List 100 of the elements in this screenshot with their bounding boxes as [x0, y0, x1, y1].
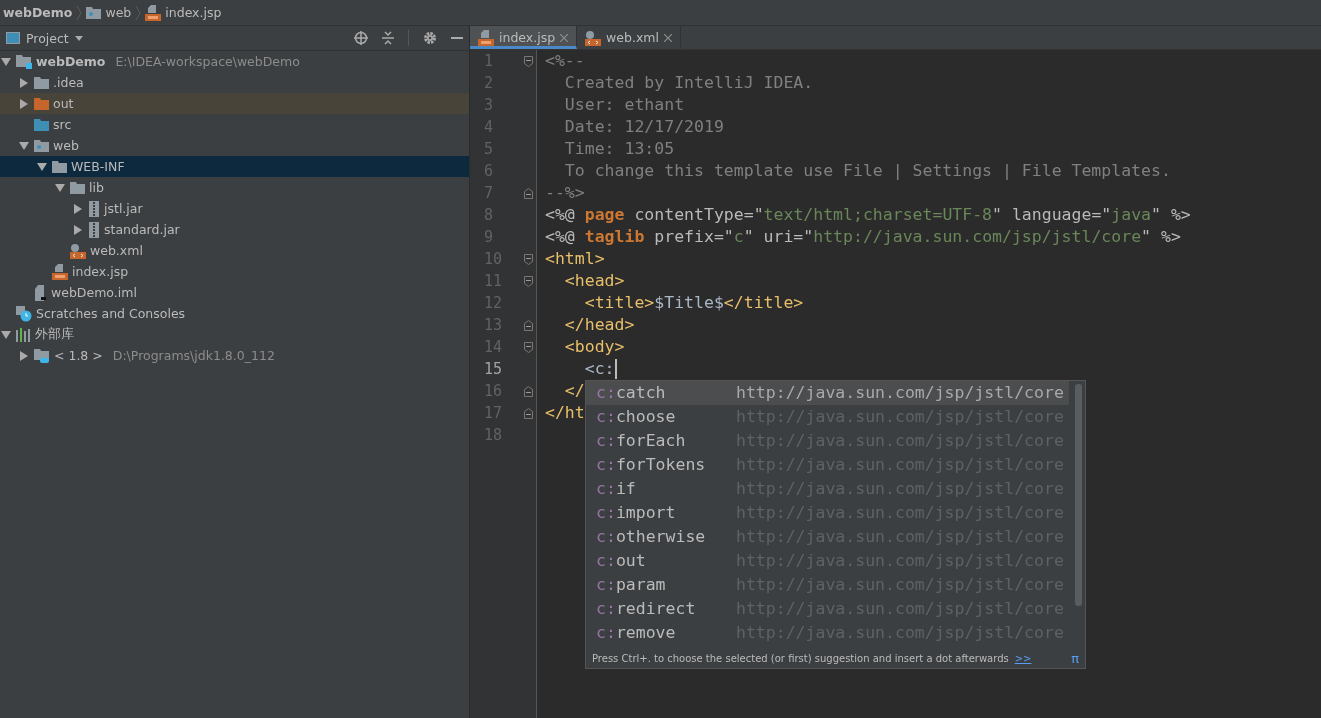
tree-item-label: .idea: [53, 75, 84, 90]
tree-item-label: lib: [89, 180, 104, 195]
tree-item[interactable]: WEB-INF: [0, 156, 469, 177]
tree-item[interactable]: 外部库: [0, 324, 469, 345]
tree-item-label: jstl.jar: [104, 201, 143, 216]
completion-item[interactable]: c:catch http://java.sun.com/jsp/jstl/core: [586, 381, 1069, 405]
completion-name: c:import: [596, 502, 677, 524]
tree-item-label: Scratches and Consoles: [36, 306, 186, 321]
editor-tab[interactable]: web.xml: [577, 26, 681, 49]
completion-name: c:choose: [596, 406, 677, 428]
chevron-icon: [135, 5, 142, 20]
fold-marker-icon[interactable]: [524, 275, 534, 287]
line-number: 15: [484, 359, 504, 380]
code-line: </: [563, 380, 585, 402]
close-icon[interactable]: [663, 33, 672, 42]
module-icon: [16, 54, 32, 69]
tree-item[interactable]: out: [0, 93, 469, 114]
breadcrumb[interactable]: web: [86, 5, 132, 20]
collapsed-arrow-icon[interactable]: [74, 203, 82, 214]
libraries-icon: [16, 327, 31, 342]
collapsed-arrow-icon[interactable]: [74, 224, 82, 235]
project-view-selector[interactable]: Project: [6, 30, 83, 46]
tree-item-label: < 1.8 >: [54, 348, 103, 363]
folder-icon: [52, 160, 67, 173]
completion-name: c:param: [596, 574, 667, 596]
collapsed-arrow-icon[interactable]: [20, 350, 28, 361]
completion-name: c:out: [596, 550, 647, 572]
folder-icon: [34, 76, 49, 89]
tree-item[interactable]: standard.jar: [0, 219, 469, 240]
tree-item[interactable]: < 1.8 > D:\Programs\jdk1.8.0_112: [0, 345, 469, 366]
code-line: Date: 12/17/2019: [563, 116, 724, 138]
fold-marker-icon[interactable]: [524, 341, 534, 353]
code-line: --%>: [545, 182, 585, 204]
tree-item-label: src: [53, 117, 72, 132]
completion-name: c:catch: [596, 382, 667, 404]
editor-tab[interactable]: index.jsp: [470, 26, 578, 49]
tree-item[interactable]: web: [0, 135, 469, 156]
completion-name: c:forEach: [596, 430, 687, 452]
tree-item[interactable]: webDemo E:\IDEA-workspace\webDemo: [0, 51, 469, 72]
collapsed-arrow-icon[interactable]: [20, 98, 28, 109]
expanded-arrow-icon[interactable]: [55, 183, 65, 192]
tree-item[interactable]: src: [0, 114, 469, 135]
crosshair-icon[interactable]: [354, 31, 368, 45]
fold-marker-icon[interactable]: [524, 407, 534, 419]
code-line: <c:: [583, 358, 615, 380]
fold-marker-icon[interactable]: [524, 385, 534, 397]
jdk-folder-icon: [34, 348, 50, 363]
expanded-arrow-icon[interactable]: [19, 141, 29, 150]
fold-marker-icon[interactable]: [524, 253, 534, 265]
archive-icon: [88, 221, 100, 238]
breadcrumb[interactable]: webDemo: [3, 5, 73, 20]
code-line: <head>: [563, 270, 625, 292]
tree-item[interactable]: web.xml: [0, 240, 469, 261]
jsp-file-icon: [145, 4, 162, 21]
scrollbar[interactable]: [1075, 384, 1082, 606]
window-icon: [6, 32, 20, 44]
code-line: Created by IntelliJ IDEA.: [563, 72, 814, 94]
tree-item[interactable]: jstl.jar: [0, 198, 469, 219]
fold-marker-icon[interactable]: [524, 319, 534, 331]
tree-item[interactable]: .idea: [0, 72, 469, 93]
collapsed-arrow-icon[interactable]: [20, 77, 28, 88]
tree-item[interactable]: lib: [0, 177, 469, 198]
tree-item[interactable]: webDemo.iml: [0, 282, 469, 303]
completion-name: c:redirect: [596, 598, 697, 620]
expanded-arrow-icon[interactable]: [1, 57, 11, 66]
code-line: <title>$Title$</title>: [583, 292, 804, 314]
completion-name: c:if: [596, 478, 637, 500]
collapse-all-icon[interactable]: [382, 31, 394, 45]
code-line: <%@ taglib prefix="c" uri="http://java.sun.com/jsp/jstl/core" %>: [545, 226, 1181, 248]
folder-icon: [86, 6, 102, 19]
breadcrumb[interactable]: index.jsp: [145, 4, 222, 21]
jsp-file-icon: [52, 263, 68, 280]
path-hint: D:\Programs\jdk1.8.0_112: [112, 348, 275, 363]
chevron-icon: [76, 5, 83, 20]
settings-icon[interactable]: [423, 31, 437, 45]
tree-item[interactable]: index.jsp: [0, 261, 469, 282]
completion-name: c:forTokens: [596, 454, 707, 476]
archive-icon: [88, 200, 100, 217]
folder-icon: [34, 139, 49, 152]
expanded-arrow-icon[interactable]: [37, 162, 47, 171]
completion-hint: Press Ctrl+. to choose the selected (or first) suggestion and insert a dot afterwards: [592, 653, 1009, 664]
fold-marker-icon[interactable]: [524, 187, 534, 199]
fold-marker-icon[interactable]: [524, 55, 534, 67]
folder-icon: [34, 97, 49, 110]
folder-icon: [34, 118, 49, 131]
text-caret: [614, 359, 617, 379]
code-line: </head>: [563, 314, 635, 336]
more-link[interactable]: >>: [1014, 653, 1032, 664]
expanded-arrow-icon[interactable]: [1, 330, 11, 339]
xml-file-icon: [585, 29, 602, 46]
tree-item[interactable]: Scratches and Consoles: [0, 303, 469, 324]
completion-source: http://java.sun.com/jsp/jstl/core: [736, 382, 1064, 404]
code-line: To change this template use File | Settings | File Templates.: [563, 160, 1171, 182]
pi-icon[interactable]: π: [1071, 651, 1079, 666]
code-line: User: ethant: [563, 94, 685, 116]
folder-icon: [70, 181, 85, 194]
code-line: <%@ page contentType="text/html;charset=UTF-8" language="java" %>: [545, 204, 1191, 226]
scratches-icon: [16, 305, 32, 322]
tree-item-label: standard.jar: [104, 222, 180, 237]
tree-item-label: out: [53, 96, 74, 111]
